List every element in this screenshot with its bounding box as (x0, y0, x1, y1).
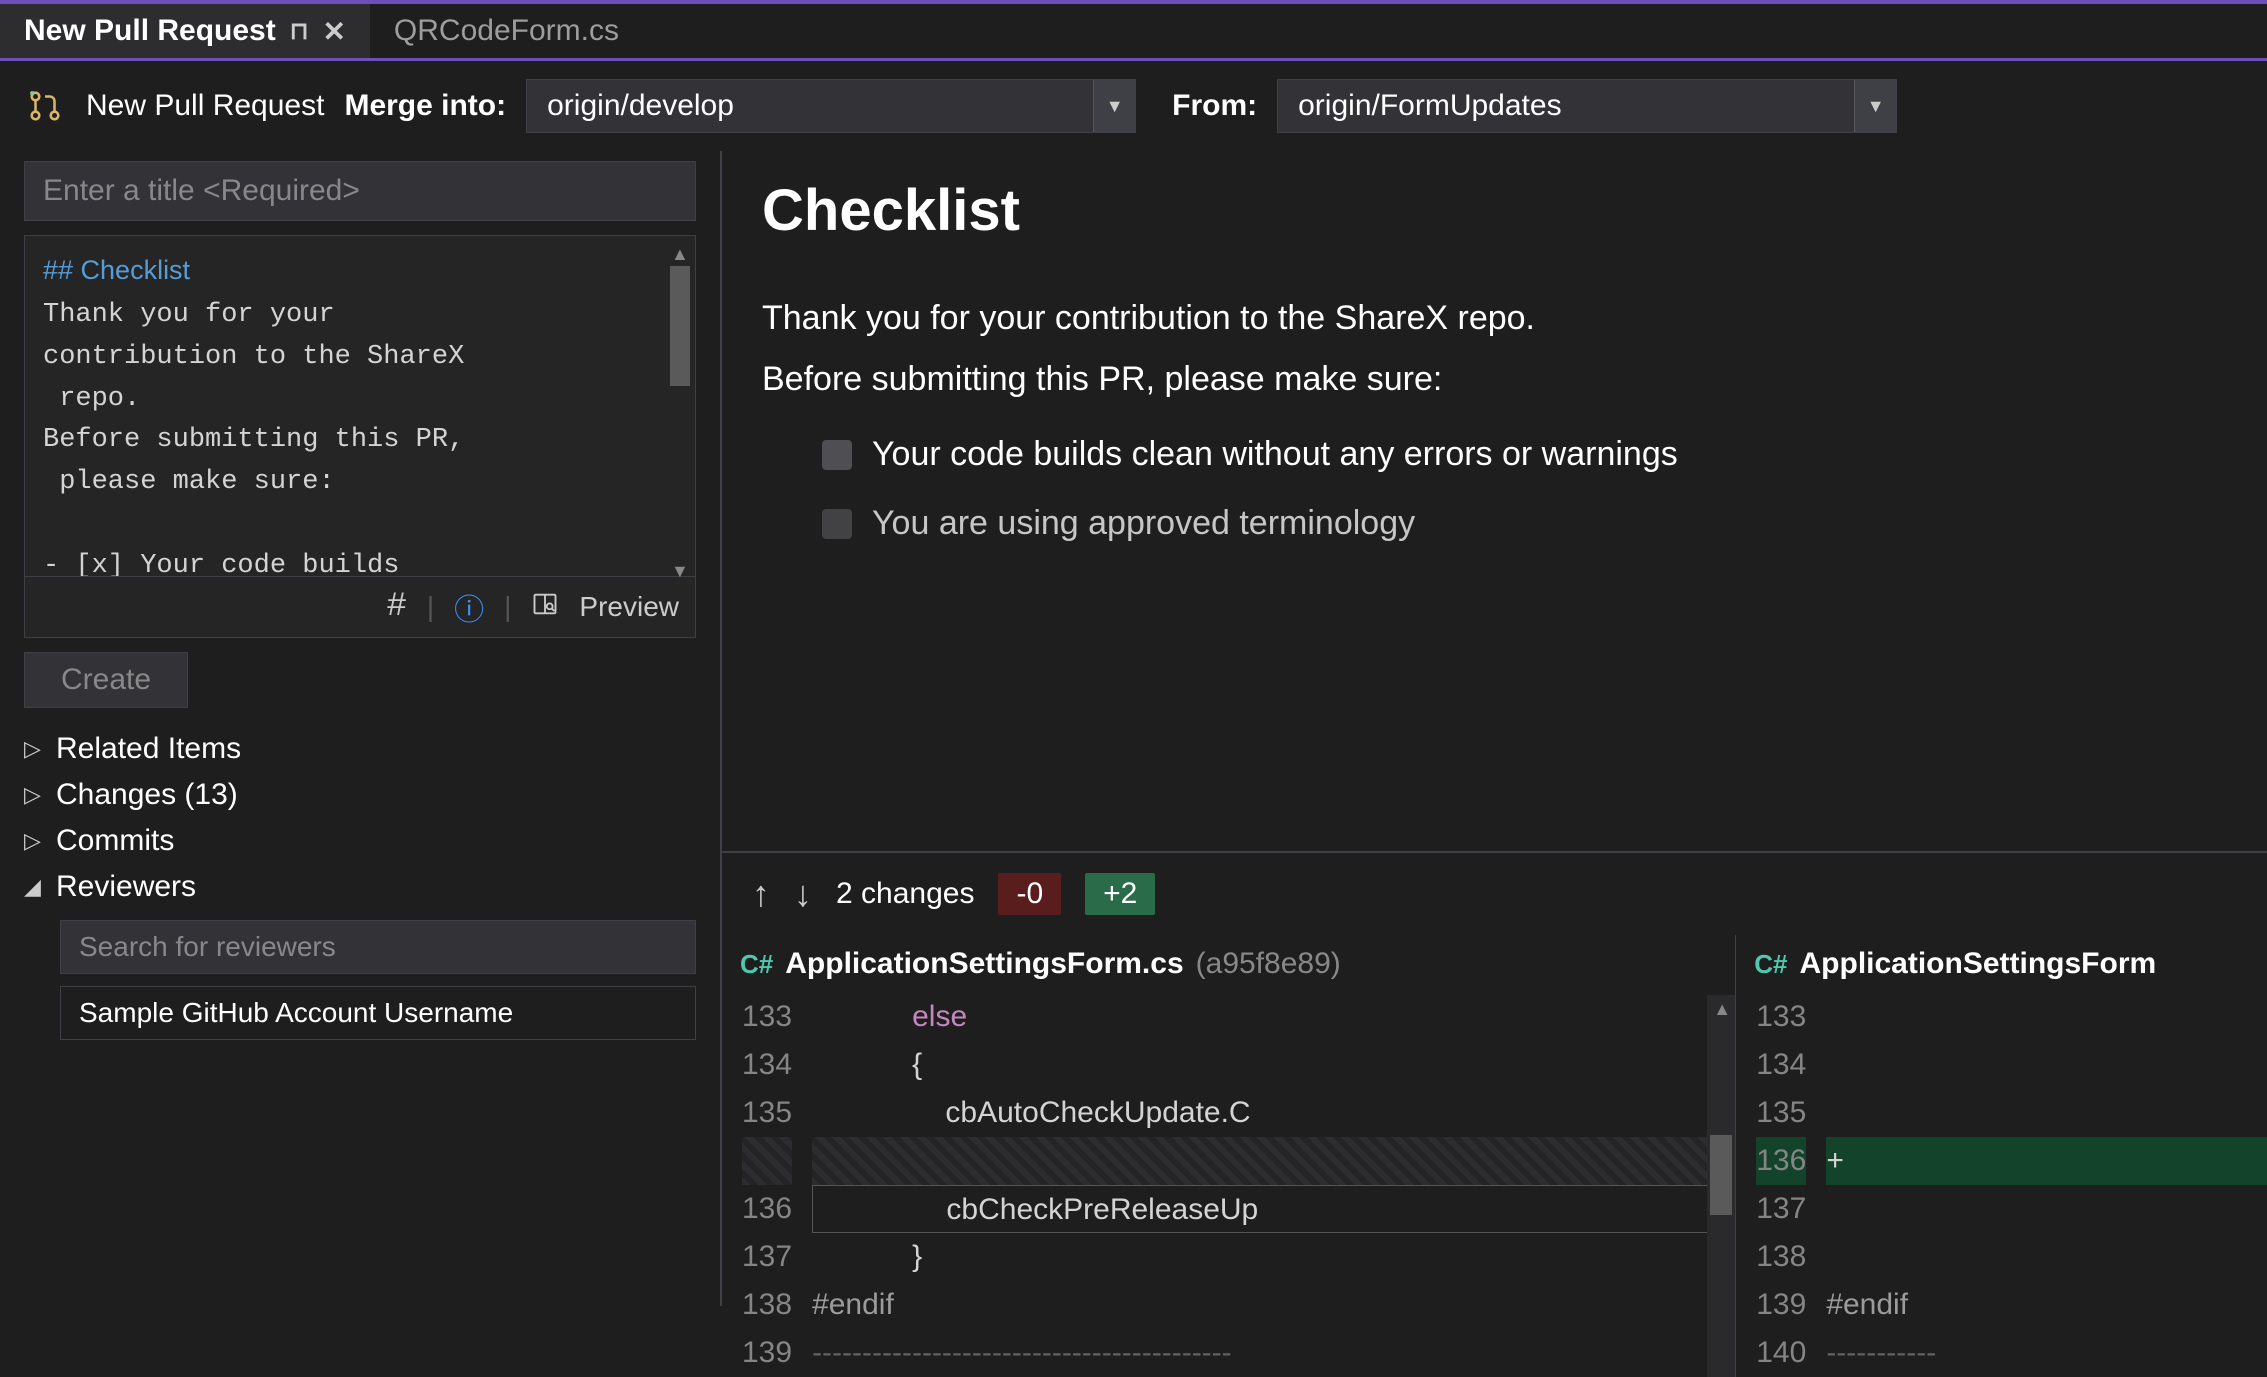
scrollbar-thumb[interactable] (670, 266, 690, 386)
preview-heading: Checklist (762, 177, 2227, 244)
tab-bar: New Pull Request ⊓ ✕ QRCodeForm.cs (0, 4, 2267, 61)
from-dropdown[interactable]: origin/FormUpdates ▼ (1277, 79, 1897, 133)
file-name: ApplicationSettingsForm (1800, 947, 2157, 981)
tab-qrcodeform[interactable]: QRCodeForm.cs (370, 4, 643, 58)
checklist-row: Your code builds clean without any error… (762, 435, 2227, 474)
title-input[interactable]: Enter a title <Required> (24, 161, 696, 221)
markdown-icon[interactable]: # (386, 588, 406, 626)
checklist-label: Your code builds clean without any error… (872, 435, 1678, 474)
chevron-right-icon: ▷ (24, 828, 44, 854)
file-name: ApplicationSettingsForm.cs (785, 947, 1183, 981)
pull-request-icon (24, 85, 66, 127)
info-icon[interactable]: ⓘ (454, 585, 484, 629)
tree-reviewers[interactable]: ◢ Reviewers (24, 864, 696, 910)
language-badge: C# (740, 949, 773, 980)
chevron-right-icon: ▷ (24, 736, 44, 762)
tree-label: Changes (13) (56, 778, 238, 812)
preview-label[interactable]: Preview (579, 591, 679, 623)
tab-label: New Pull Request (24, 14, 276, 48)
toolbar-title: New Pull Request (86, 89, 324, 123)
right-panel: Checklist Thank you for your contributio… (720, 151, 2267, 1306)
tree-label: Commits (56, 824, 174, 858)
preview-pane: Checklist Thank you for your contributio… (722, 151, 2267, 851)
file-header: C# ApplicationSettingsForm.cs (a95f8e89) (722, 935, 1735, 993)
left-panel: Enter a title <Required> ## Checklist Th… (0, 151, 720, 1306)
tree-label: Reviewers (56, 870, 196, 904)
merge-into-label: Merge into: (344, 89, 506, 123)
changes-count: 2 changes (836, 877, 974, 911)
diff-file-right: C# ApplicationSettingsForm 1331341351361… (1736, 935, 2267, 1377)
additions-badge: +2 (1085, 873, 1155, 915)
separator: | (504, 591, 511, 623)
code-area[interactable]: 133134135136137138139 else { cbAutoCheck… (722, 993, 1735, 1377)
dropdown-value: origin/develop (527, 89, 1093, 123)
close-icon[interactable]: ✕ (322, 15, 345, 48)
preview-paragraph: Before submitting this PR, please make s… (762, 353, 2227, 406)
from-label: From: (1172, 89, 1257, 123)
chevron-down-icon[interactable]: ▼ (1093, 80, 1135, 132)
pin-icon[interactable]: ⊓ (290, 17, 309, 46)
language-badge: C# (1754, 949, 1787, 980)
tree-related-items[interactable]: ▷ Related Items (24, 726, 696, 772)
scrollbar[interactable]: ▲ (1707, 995, 1735, 1377)
reviewer-item[interactable]: Sample GitHub Account Username (60, 986, 696, 1040)
chevron-down-icon: ◢ (24, 874, 44, 900)
chevron-right-icon: ▷ (24, 782, 44, 808)
diff-toolbar: ↑ ↓ 2 changes -0 +2 (722, 853, 2267, 935)
tab-new-pull-request[interactable]: New Pull Request ⊓ ✕ (0, 4, 370, 58)
arrow-down-icon[interactable]: ↓ (794, 873, 812, 915)
description-toolbar: # | ⓘ | Preview (25, 576, 695, 637)
description-textarea[interactable]: ## Checklist Thank you for your contribu… (25, 236, 695, 576)
tab-label: QRCodeForm.cs (394, 14, 619, 48)
tree-commits[interactable]: ▷ Commits (24, 818, 696, 864)
diff-pane: ↑ ↓ 2 changes -0 +2 C# ApplicationSettin… (722, 851, 2267, 1377)
checkbox[interactable] (822, 509, 852, 539)
checklist-row: You are using approved terminology (762, 504, 2227, 543)
code-area[interactable]: 133134135136137138139140 +#endif--------… (1736, 993, 2267, 1377)
separator: | (427, 591, 434, 623)
tree-changes[interactable]: ▷ Changes (13) (24, 772, 696, 818)
tree-label: Related Items (56, 732, 241, 766)
toolbar: New Pull Request Merge into: origin/deve… (0, 61, 2267, 151)
chevron-down-icon[interactable]: ▼ (1854, 80, 1896, 132)
scrollbar[interactable] (667, 246, 693, 566)
checklist-label: You are using approved terminology (872, 504, 1415, 543)
scrollbar-thumb[interactable] (1710, 1135, 1732, 1215)
deletions-badge: -0 (998, 873, 1061, 915)
file-header: C# ApplicationSettingsForm (1736, 935, 2267, 993)
reviewer-search-input[interactable]: Search for reviewers (60, 920, 696, 974)
preview-icon[interactable] (531, 590, 559, 625)
merge-into-dropdown[interactable]: origin/develop ▼ (526, 79, 1136, 133)
create-button[interactable]: Create (24, 652, 188, 708)
dropdown-value: origin/FormUpdates (1278, 89, 1854, 123)
file-hash: (a95f8e89) (1196, 947, 1341, 981)
scroll-up-icon[interactable]: ▲ (1713, 999, 1731, 1020)
preview-paragraph: Thank you for your contribution to the S… (762, 292, 2227, 345)
arrow-up-icon[interactable]: ↑ (752, 873, 770, 915)
description-box: ## Checklist Thank you for your contribu… (24, 235, 696, 638)
diff-file-left: C# ApplicationSettingsForm.cs (a95f8e89)… (722, 935, 1736, 1377)
checkbox[interactable] (822, 440, 852, 470)
